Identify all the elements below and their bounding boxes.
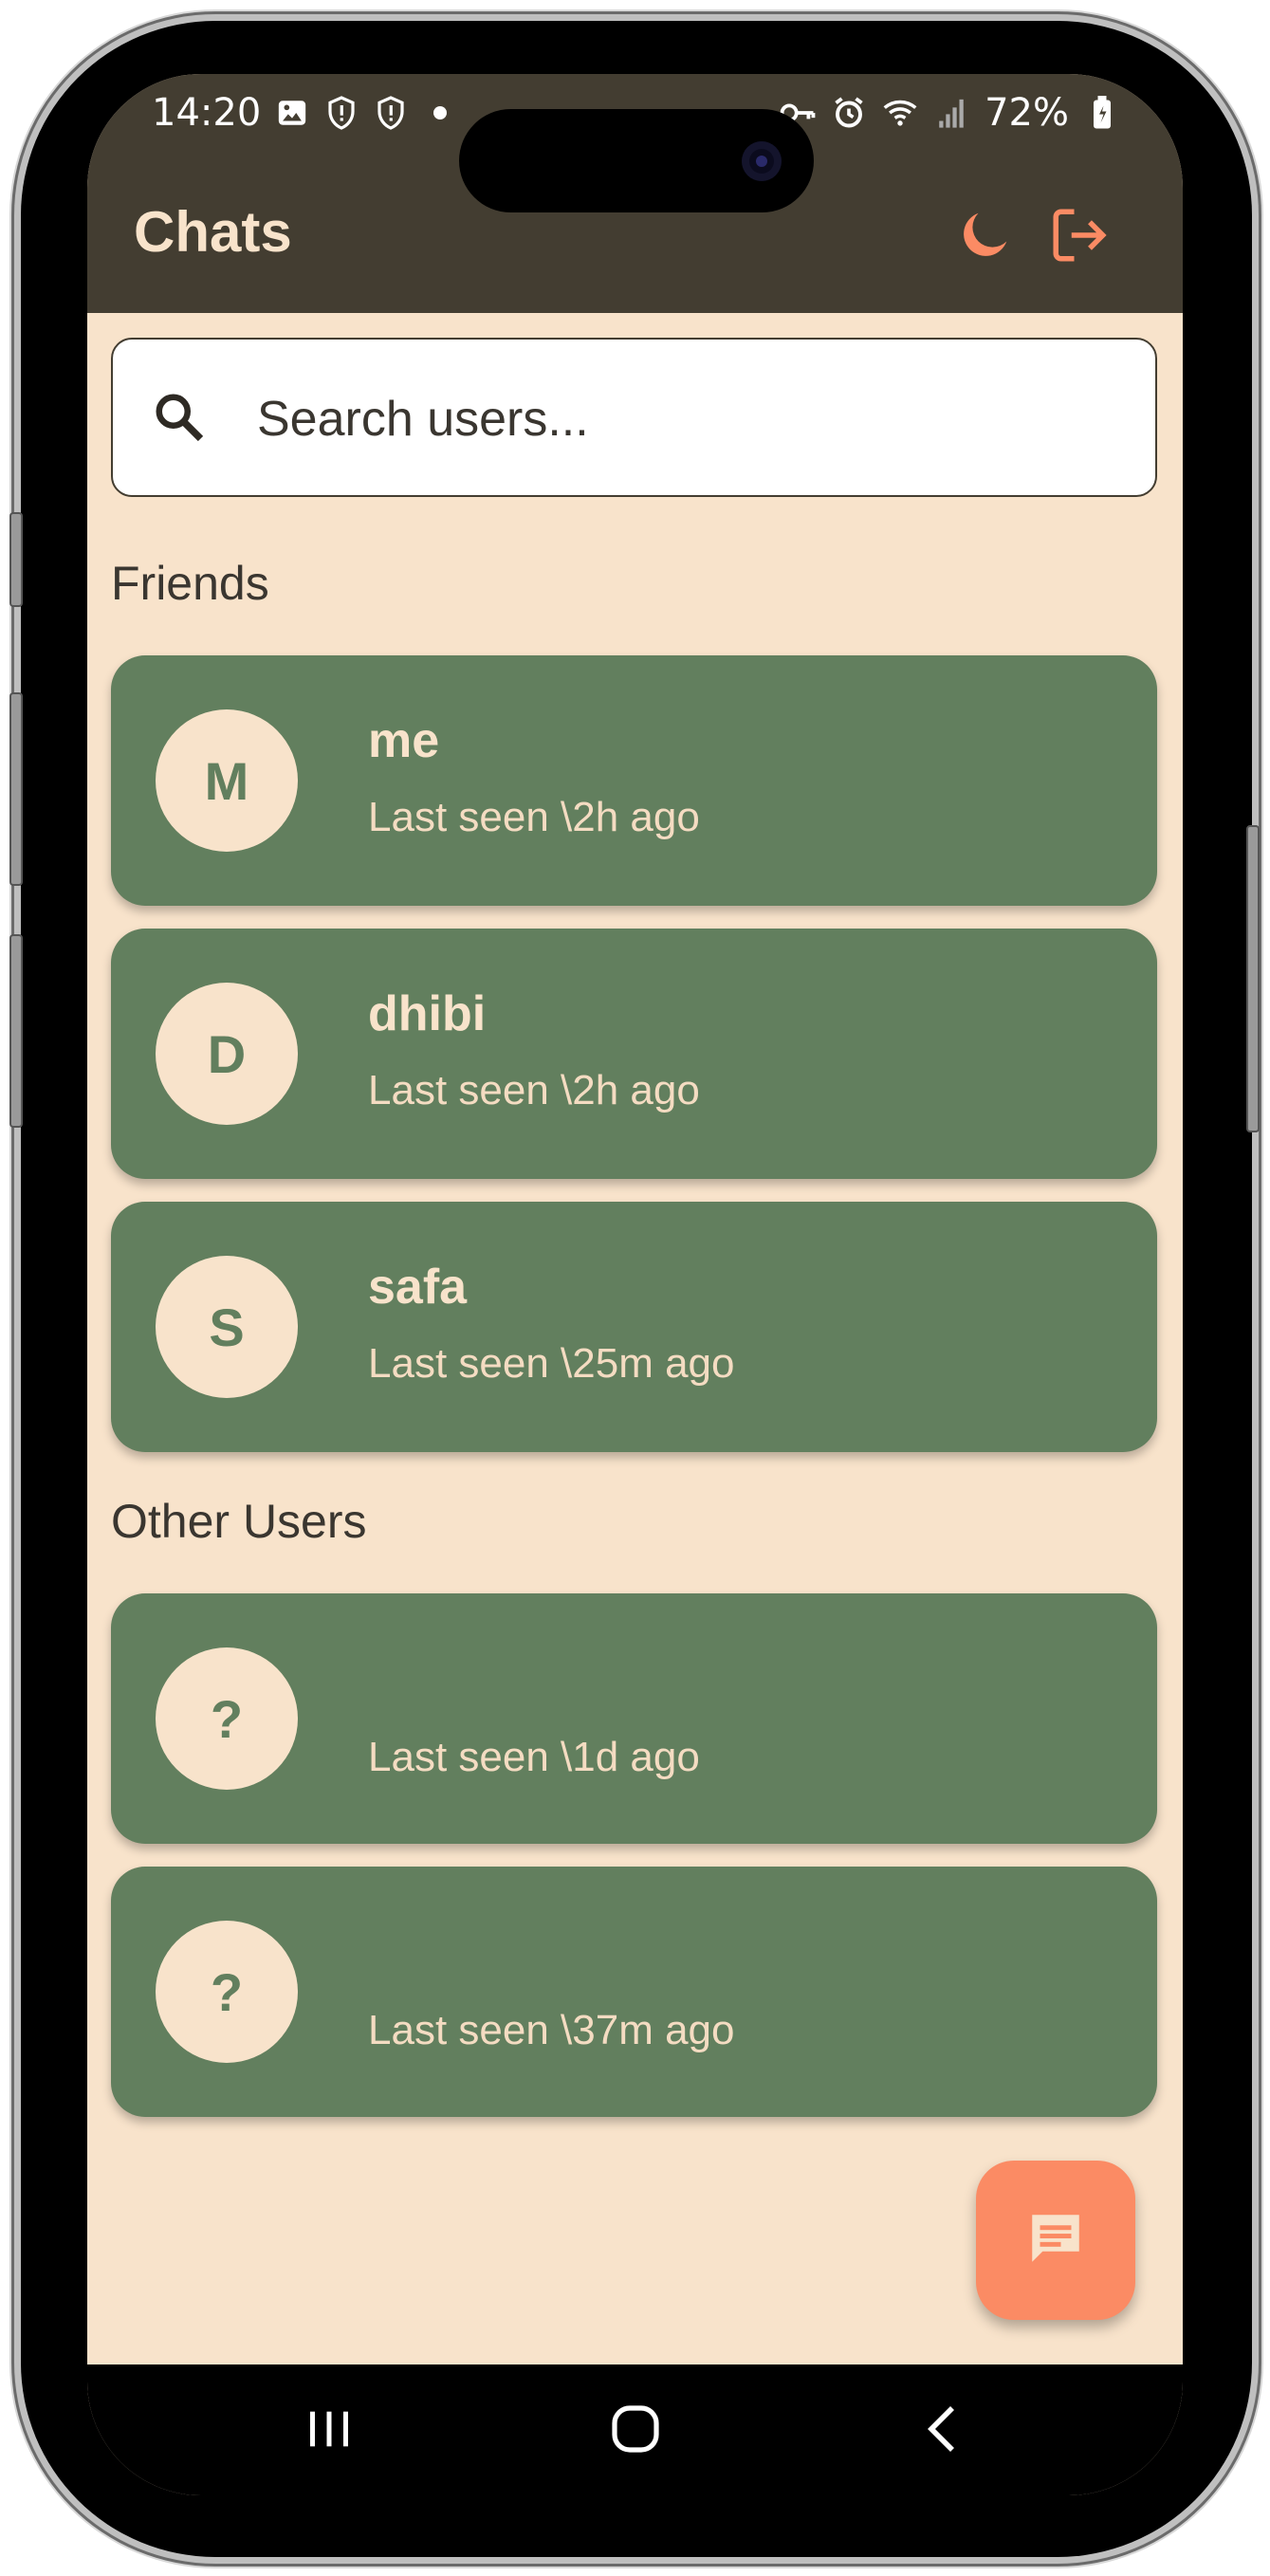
dynamic-island <box>459 109 814 212</box>
battery-percent: 72% <box>985 91 1069 135</box>
shield-icon <box>323 95 359 131</box>
last-seen: Last seen \37m ago <box>368 2007 735 2053</box>
avatar: ? <box>156 1921 298 2063</box>
home-icon <box>611 2404 660 2458</box>
friend-card-dhibi[interactable]: D dhibi Last seen \2h ago <box>111 929 1157 1179</box>
avatar: S <box>156 1256 298 1398</box>
page-title: Chats <box>134 200 292 264</box>
home-button[interactable] <box>588 2393 683 2469</box>
shield-icon <box>373 95 409 131</box>
battery-icon <box>1084 95 1120 131</box>
volume-up-button <box>9 692 23 886</box>
recent-apps-button[interactable] <box>282 2393 377 2469</box>
action-button <box>9 512 23 607</box>
avatar: ? <box>156 1647 298 1790</box>
friend-card-me[interactable]: M me Last seen \2h ago <box>111 655 1157 906</box>
other-user-card[interactable]: ? Last seen \37m ago <box>111 1867 1157 2117</box>
avatar: M <box>156 709 298 852</box>
user-name: me <box>368 713 440 768</box>
friend-card-safa[interactable]: S safa Last seen \25m ago <box>111 1202 1157 1452</box>
recent-apps-icon <box>305 2408 353 2455</box>
alarm-icon <box>831 95 867 131</box>
dot-icon <box>422 95 458 131</box>
other-users-heading: Other Users <box>111 1495 367 1548</box>
friends-heading: Friends <box>111 557 269 610</box>
new-chat-button[interactable] <box>976 2161 1135 2320</box>
search-input[interactable] <box>255 377 1113 461</box>
user-name: dhibi <box>368 986 487 1041</box>
user-name: safa <box>368 1260 468 1315</box>
status-time: 14:20 <box>152 91 262 135</box>
avatar: D <box>156 983 298 1125</box>
moon-icon <box>955 206 1014 269</box>
search-bar[interactable] <box>111 338 1157 497</box>
other-user-card[interactable]: ? Last seen \1d ago <box>111 1593 1157 1844</box>
chat-icon <box>1024 2207 1087 2274</box>
system-nav-bar <box>87 2364 1183 2495</box>
last-seen: Last seen \25m ago <box>368 1340 735 1387</box>
logout-icon <box>1048 204 1111 271</box>
last-seen: Last seen \2h ago <box>368 1067 700 1113</box>
last-seen: Last seen \1d ago <box>368 1734 700 1780</box>
volume-down-button <box>9 934 23 1128</box>
app-screen: 14:20 72% Chats Search users... Friends … <box>87 74 1183 2495</box>
last-seen: Last seen \2h ago <box>368 794 700 840</box>
theme-toggle-button[interactable] <box>950 203 1019 271</box>
back-icon <box>924 2404 962 2458</box>
logout-button[interactable] <box>1045 203 1114 271</box>
front-camera <box>742 141 782 181</box>
wifi-icon <box>882 95 918 131</box>
image-icon <box>274 95 310 131</box>
search-icon <box>151 389 208 446</box>
signal-icon <box>933 95 969 131</box>
power-button <box>1246 825 1260 1132</box>
back-button[interactable] <box>895 2393 990 2469</box>
